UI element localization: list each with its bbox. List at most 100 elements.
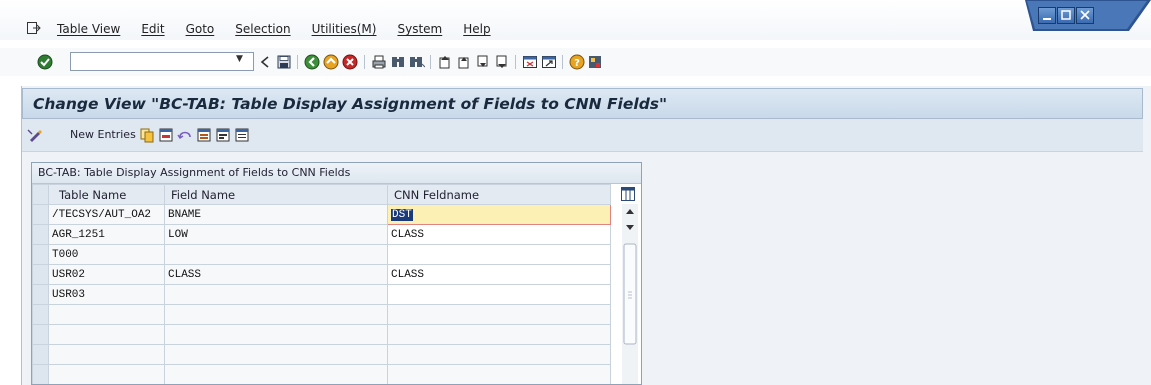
- title-band: Change View "BC-TAB: Table Display Assig…: [22, 88, 1143, 119]
- menu-system[interactable]: System: [397, 22, 442, 36]
- application-toolbar: New Entries: [22, 119, 1143, 152]
- table-row: [32, 364, 611, 384]
- toolbar-separator: [515, 55, 516, 69]
- back-icon[interactable]: [257, 54, 273, 70]
- prev-page-icon[interactable]: [456, 54, 472, 70]
- cell-cnn-feldname[interactable]: CLASS: [387, 264, 611, 285]
- back-green-icon[interactable]: [304, 54, 320, 70]
- cell-cnn-feldname-active[interactable]: DST: [387, 204, 611, 225]
- header-row: Table Name Field Name CNN Feldname: [32, 184, 611, 205]
- command-dropdown-icon[interactable]: ▼: [236, 54, 243, 64]
- cancel-icon[interactable]: [342, 54, 358, 70]
- table-row: [32, 344, 611, 365]
- copy-as-icon[interactable]: [139, 127, 155, 143]
- maximize-button[interactable]: [1057, 7, 1075, 24]
- cell-field-name: [164, 344, 388, 365]
- select-block-icon[interactable]: [215, 127, 231, 143]
- page-title: Change View "BC-TAB: Table Display Assig…: [33, 95, 668, 113]
- data-grid: Table Name Field Name CNN Feldname /TECS…: [32, 184, 611, 384]
- cell-cnn-feldname[interactable]: [387, 284, 611, 305]
- menu-utilities[interactable]: Utilities(M): [312, 22, 377, 36]
- menu-goto[interactable]: Goto: [186, 22, 215, 36]
- deselect-all-icon[interactable]: [234, 127, 250, 143]
- cell-field-name: [164, 284, 388, 305]
- row-selector[interactable]: [32, 284, 49, 305]
- system-toolbar: ▼ ?: [0, 48, 1151, 76]
- cell-table-name: AGR_1251: [48, 224, 165, 245]
- column-header-table-name[interactable]: Table Name: [48, 184, 165, 205]
- svg-text:?: ?: [574, 58, 580, 69]
- cell-field-name: CLASS: [164, 264, 388, 285]
- row-selector[interactable]: [32, 204, 49, 225]
- scrollbar-graphic: [622, 204, 638, 384]
- table-row: [32, 324, 611, 345]
- cell-table-name: [48, 344, 165, 365]
- menu-bar: Table View Edit Goto Selection Utilities…: [0, 0, 1151, 40]
- menu-edit[interactable]: Edit: [141, 22, 164, 36]
- shortcut-icon[interactable]: [541, 54, 557, 70]
- undo-change-icon[interactable]: [177, 127, 193, 143]
- cell-cnn-feldname[interactable]: CLASS: [387, 224, 611, 245]
- row-selector[interactable]: [32, 264, 49, 285]
- row-selector[interactable]: [32, 324, 49, 345]
- next-page-icon[interactable]: [475, 54, 491, 70]
- help-icon[interactable]: ?: [569, 54, 585, 70]
- menu-exit-icon[interactable]: [27, 22, 41, 34]
- table-control: BC-TAB: Table Display Assignment of Fiel…: [31, 162, 642, 385]
- find-icon[interactable]: [390, 54, 406, 70]
- row-selector-header[interactable]: [32, 184, 49, 205]
- command-field[interactable]: [70, 52, 254, 71]
- last-page-icon[interactable]: [494, 54, 510, 70]
- row-selector[interactable]: [32, 364, 49, 384]
- display-change-icon[interactable]: [27, 127, 43, 143]
- cell-table-name: [48, 304, 165, 325]
- cell-cnn-feldname: [387, 324, 611, 345]
- minimize-button[interactable]: [1038, 7, 1056, 24]
- enter-icon[interactable]: [37, 54, 53, 70]
- first-page-icon[interactable]: [437, 54, 453, 70]
- cell-table-name: [48, 324, 165, 345]
- vertical-scrollbar[interactable]: [622, 204, 638, 384]
- cell-field-name: LOW: [164, 224, 388, 245]
- cell-table-name: T000: [48, 244, 165, 265]
- row-selector[interactable]: [32, 304, 49, 325]
- row-selector[interactable]: [32, 344, 49, 365]
- delete-icon[interactable]: [158, 127, 174, 143]
- create-session-icon[interactable]: [522, 54, 538, 70]
- menu-table-view[interactable]: Table View: [57, 22, 120, 36]
- cell-cnn-feldname[interactable]: [387, 244, 611, 265]
- close-button[interactable]: [1076, 7, 1094, 24]
- cell-field-name: [164, 304, 388, 325]
- find-next-icon[interactable]: [409, 54, 425, 70]
- print-icon[interactable]: [371, 54, 387, 70]
- row-selector[interactable]: [32, 224, 49, 245]
- window-controls: [1025, 0, 1151, 31]
- layout-icon[interactable]: [587, 54, 603, 70]
- toolbar-separator: [364, 55, 365, 69]
- column-header-cnn-feldname[interactable]: CNN Feldname: [387, 184, 611, 205]
- close-icon: [1080, 10, 1090, 20]
- table-row: /TECSYS/AUT_OA2 BNAME DST: [32, 204, 611, 225]
- toolbar-separator: [562, 55, 563, 69]
- cell-field-name: [164, 324, 388, 345]
- content-frame: Change View "BC-TAB: Table Display Assig…: [21, 86, 1151, 385]
- column-header-field-name[interactable]: Field Name: [164, 184, 388, 205]
- select-all-icon[interactable]: [196, 127, 212, 143]
- row-selector[interactable]: [32, 244, 49, 265]
- toolbar-separator: [297, 55, 298, 69]
- table-row: AGR_1251 LOW CLASS: [32, 224, 611, 245]
- menu-selection[interactable]: Selection: [235, 22, 290, 36]
- save-icon[interactable]: [276, 54, 292, 70]
- table-row: USR02 CLASS CLASS: [32, 264, 611, 285]
- cell-table-name: USR03: [48, 284, 165, 305]
- new-entries-button[interactable]: New Entries: [70, 128, 136, 141]
- menu-help[interactable]: Help: [463, 22, 490, 36]
- toolbar-separator: [430, 55, 431, 69]
- selected-text: DST: [391, 208, 413, 221]
- column-settings-icon[interactable]: [620, 186, 636, 202]
- cell-field-name: BNAME: [164, 204, 388, 225]
- cell-field-name: [164, 244, 388, 265]
- cell-table-name: /TECSYS/AUT_OA2: [48, 204, 165, 225]
- minimize-icon: [1043, 18, 1051, 20]
- exit-icon[interactable]: [323, 54, 339, 70]
